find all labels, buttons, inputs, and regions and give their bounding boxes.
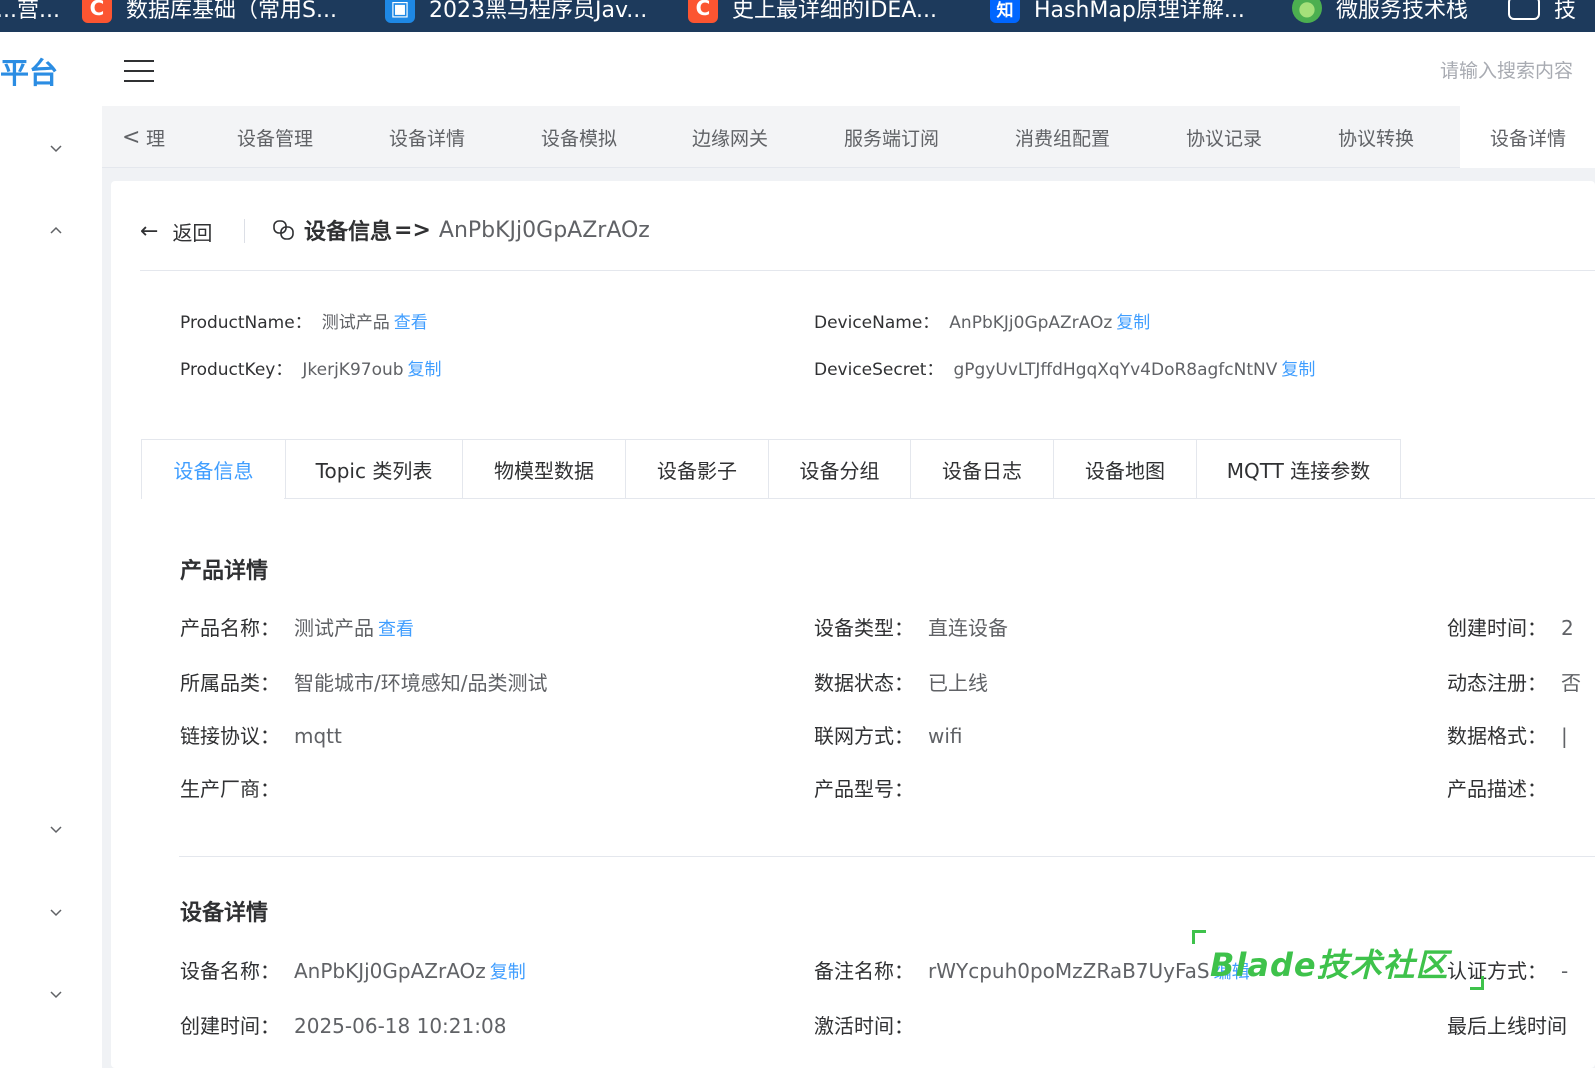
field-device-name: 设备名称： AnPbKJj0GpAZrAOz 复制 (180, 959, 526, 983)
section-title: 设备详情 (180, 901, 269, 926)
tab-thing-model-data[interactable]: 物模型数据 (462, 440, 625, 499)
bookmark-label: 2023黑马程序员Jav... (429, 0, 648, 23)
site-icon: ▣ (385, 0, 415, 23)
tab-device-detail-active[interactable]: 设备详情 (1460, 106, 1595, 168)
view-product-link[interactable]: 查看 (378, 619, 414, 640)
bookmark-item[interactable]: ▣ 2023黑马程序员Jav... (385, 0, 647, 26)
bookmark-item[interactable]: ...营... (0, 0, 60, 26)
chevron-down-icon[interactable] (49, 141, 63, 155)
title-label: 设备信息 (304, 220, 393, 245)
tab-device-info[interactable]: 设备信息 (142, 440, 285, 499)
tab-device-simulation[interactable]: 设备模拟 (541, 106, 617, 168)
summary-device-secret: DeviceSecret： gPgyUvLTJffdHgqXqYv4DoR8agf… (814, 360, 1316, 380)
field-model: 产品型号： (814, 777, 914, 801)
sidebar (0, 106, 102, 1068)
field-device-created: 创建时间： 2025-06-18 10:21:08 (180, 1014, 507, 1038)
arrow-left-icon: ← (140, 218, 159, 244)
field-created-time: 创建时间： 2 (1447, 616, 1574, 640)
bookmark-label: 微服务技术栈 (1336, 0, 1469, 23)
bookmark-label: 史上最详细的IDEA... (732, 0, 937, 23)
link-icon (273, 220, 294, 240)
back-label: 返回 (172, 220, 213, 245)
summary-product-name: ProductName： 测试产品 查看 (180, 313, 428, 333)
field-remark-name: 备注名称： rWYcpuh0poMzZRaB7UyFaS 编辑 (814, 959, 1250, 983)
divider (179, 856, 1595, 857)
bookmark-label: 技 (1554, 0, 1577, 23)
chevron-up-icon[interactable] (49, 223, 63, 237)
bookmark-item[interactable]: 技 (1508, 0, 1576, 26)
chevron-down-icon[interactable] (49, 987, 63, 1001)
tab-device-map[interactable]: 设备地图 (1053, 440, 1196, 499)
field-dynamic-register: 动态注册：否 (1447, 671, 1581, 695)
tab-device-group[interactable]: 设备分组 (768, 440, 910, 499)
field-data-status: 数据状态： 已上线 (814, 671, 988, 695)
tab-device-shadow[interactable]: 设备影子 (625, 440, 768, 499)
bookmark-label: HashMap原理详解... (1034, 0, 1245, 23)
bookmark-item[interactable]: C 数据库基础（常用S... (82, 0, 337, 26)
tab-server-subscription[interactable]: 服务端订阅 (844, 106, 939, 168)
tab-device-management[interactable]: 设备管理 (237, 106, 313, 168)
divider (244, 219, 245, 243)
copy-product-key-link[interactable]: 复制 (408, 360, 442, 380)
bookmark-item[interactable]: C 史上最详细的IDEA... (688, 0, 937, 26)
page-title: 设备信息 => AnPbKJj0GpAZrAOz (272, 212, 650, 248)
field-protocol: 链接协议： mqtt (180, 724, 342, 748)
tab-protocol-convert[interactable]: 协议转换 (1338, 106, 1414, 168)
field-product-desc: 产品描述： (1447, 777, 1547, 801)
tab-topic-list[interactable]: Topic 类列表 (285, 440, 462, 499)
field-network: 联网方式： wifi (814, 724, 963, 748)
tab-device-detail[interactable]: 设备详情 (389, 106, 465, 168)
bookmark-item[interactable]: ● 微服务技术栈 (1292, 0, 1468, 26)
chevron-down-icon[interactable] (49, 905, 63, 919)
field-category: 所属品类： 智能城市/环境感知/品类测试 (180, 671, 548, 695)
tab-device-log[interactable]: 设备日志 (910, 440, 1053, 499)
tab-protocol-records[interactable]: 协议记录 (1186, 106, 1262, 168)
title-arrow: => (394, 217, 431, 243)
summary-device-name: DeviceName： AnPbKJj0GpAZrAOz 复制 (814, 313, 1151, 333)
browser-bookmark-bar: ...营... C 数据库基础（常用S... ▣ 2023黑马程序员Jav...… (0, 0, 1595, 32)
tab-item[interactable]: 理 (146, 106, 165, 168)
section-title: 产品详情 (180, 559, 269, 584)
bookmark-item[interactable]: 知 HashMap原理详解... (990, 0, 1245, 26)
csdn-icon: C (82, 0, 112, 23)
search-input[interactable] (1440, 56, 1595, 86)
field-manufacturer: 生产厂商： (180, 777, 280, 801)
tab-consumer-group[interactable]: 消费组配置 (1015, 106, 1110, 168)
copy-device-name-link[interactable]: 复制 (490, 962, 526, 983)
bookmark-label: 数据库基础（常用S... (126, 0, 337, 23)
app-header: 平台 (0, 32, 1595, 106)
view-product-link[interactable]: 查看 (394, 313, 428, 333)
copy-device-secret-link[interactable]: 复制 (1281, 360, 1315, 380)
title-device-name: AnPbKJj0GpAZrAOz (438, 217, 650, 243)
watermark-text: Blade技术社区 (1210, 946, 1449, 984)
copy-device-name-link[interactable]: 复制 (1116, 313, 1150, 333)
field-data-format: 数据格式： | (1447, 724, 1568, 748)
summary-product-key: ProductKey： JkerjK97oub 复制 (180, 360, 442, 380)
detail-tabs: 设备信息 Topic 类列表 物模型数据 设备影子 设备分组 设备日志 设备地图… (141, 439, 1401, 499)
field-product-name: 产品名称： 测试产品 查看 (180, 616, 414, 640)
bookmark-label: ...营... (0, 0, 60, 23)
watermark-logo: Blade技术社区 (1192, 930, 1484, 990)
globe-icon: ● (1292, 0, 1322, 23)
divider (140, 270, 1595, 271)
menu-toggle-icon[interactable] (124, 60, 154, 82)
chevron-down-icon[interactable] (49, 822, 63, 836)
zhihu-icon: 知 (990, 0, 1020, 23)
tab-edge-gateway[interactable]: 边缘网关 (692, 106, 768, 168)
tabs-scroll-left-icon[interactable]: < (122, 106, 140, 168)
tags-view-bar: < 理 设备管理 设备详情 设备模拟 边缘网关 服务端订阅 消费组配置 协议记录… (102, 106, 1595, 168)
folder-icon (1508, 0, 1540, 20)
csdn-icon: C (688, 0, 718, 23)
tab-mqtt-params[interactable]: MQTT 连接参数 (1196, 440, 1400, 499)
field-last-online: 最后上线时间 (1447, 1014, 1567, 1038)
tabs-baseline (284, 498, 1595, 499)
field-activated-time: 激活时间： (814, 1014, 914, 1038)
back-button[interactable]: ← 返回 (140, 215, 212, 247)
field-device-type: 设备类型： 直连设备 (814, 616, 1008, 640)
app-logo[interactable]: 平台 (0, 50, 58, 92)
